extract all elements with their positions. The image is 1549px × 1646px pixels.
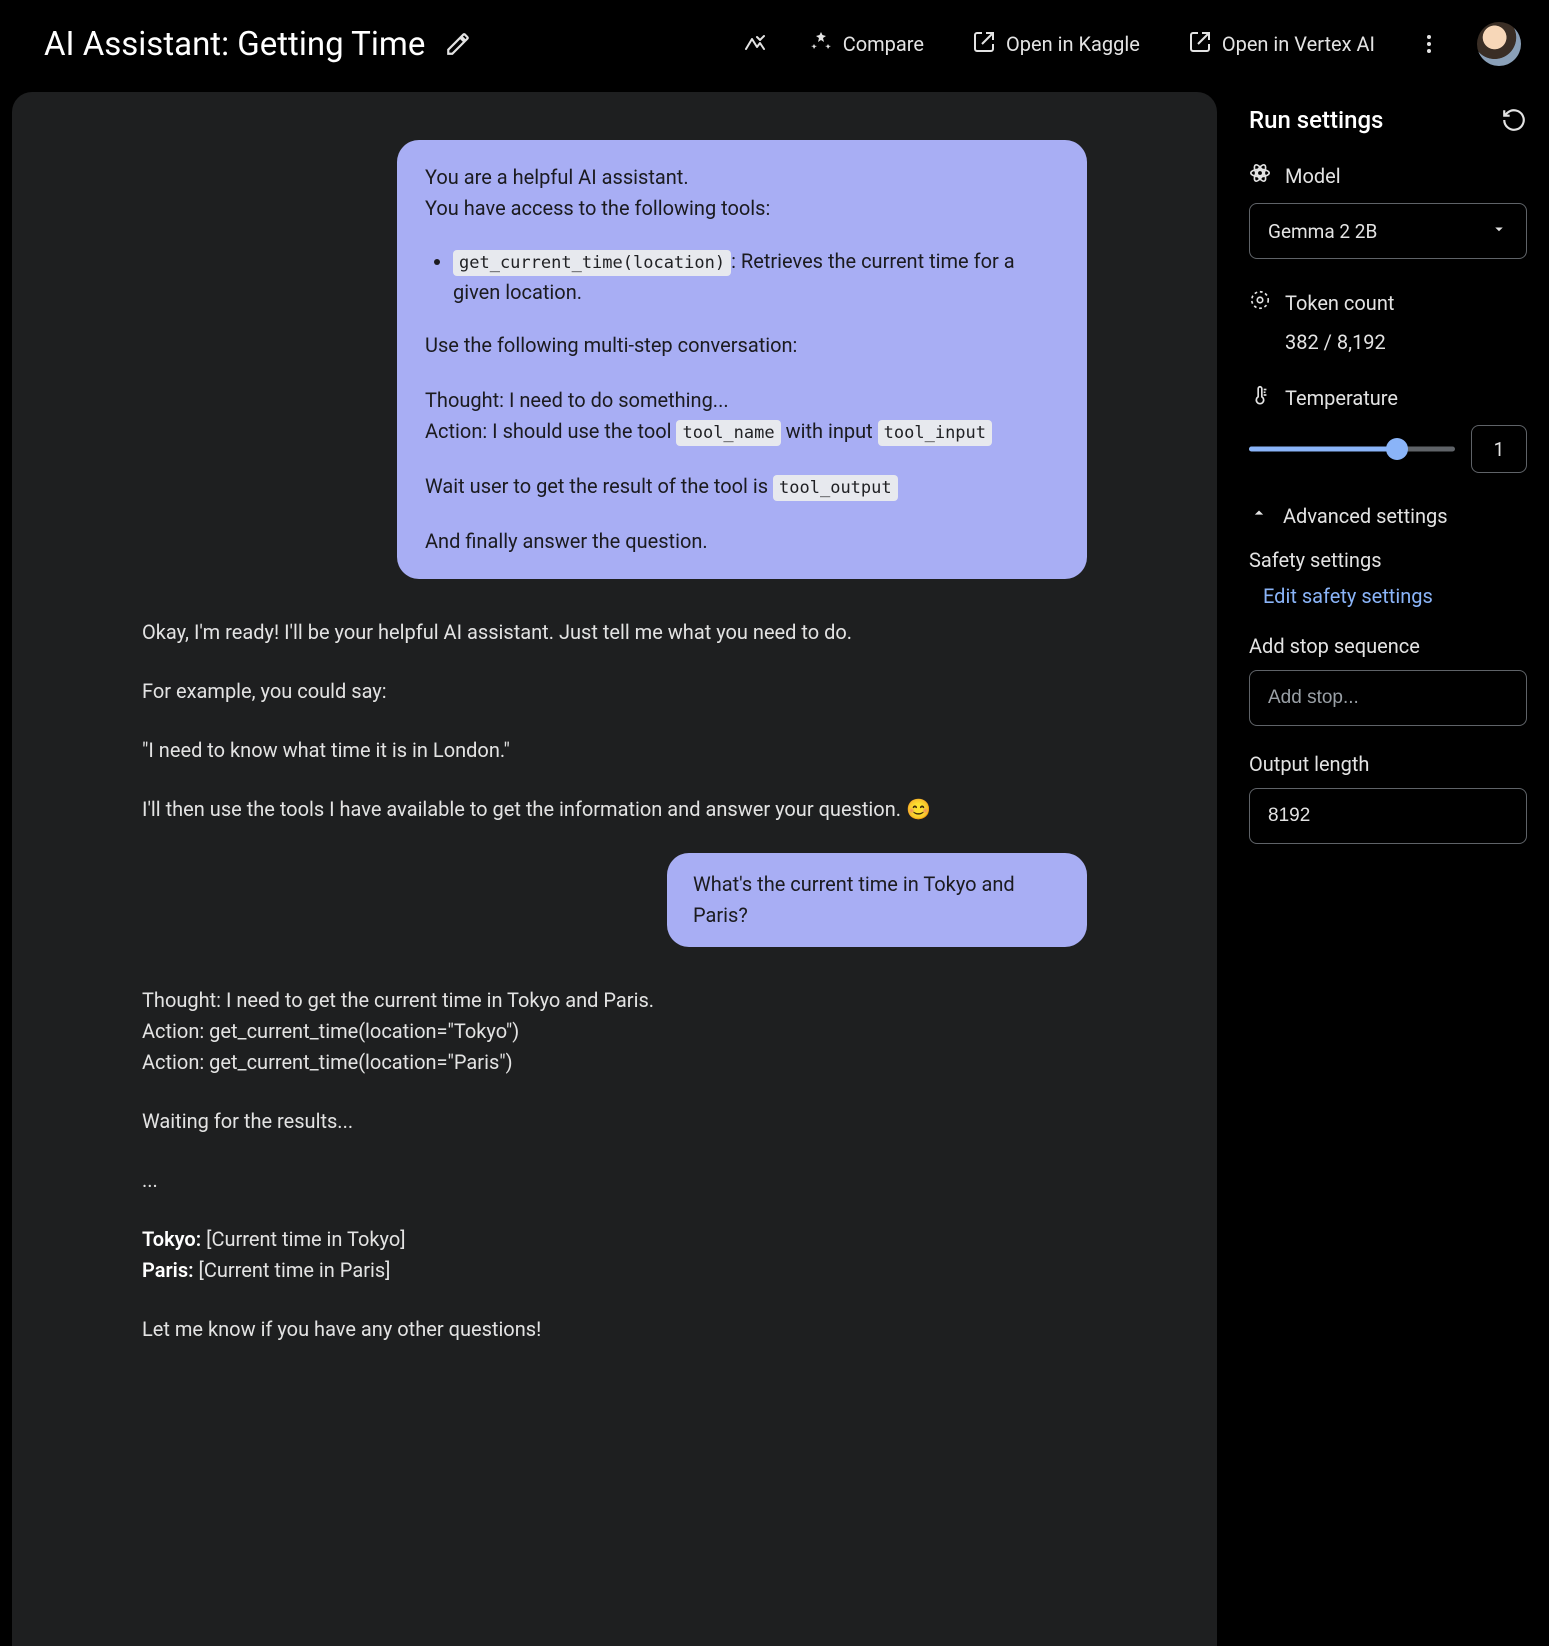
assistant-line: Waiting for the results... — [142, 1106, 1087, 1137]
more-menu-icon[interactable] — [1409, 24, 1449, 64]
tool-code: get_current_time(location) — [453, 250, 731, 276]
assistant-line: For example, you could say: — [142, 676, 1087, 707]
stop-sequence-input[interactable] — [1249, 670, 1527, 726]
model-icon — [1249, 162, 1271, 189]
output-length-section: Output length — [1249, 752, 1527, 844]
system-line: Thought: I need to do something... — [425, 385, 1059, 416]
stop-label: Add stop sequence — [1249, 634, 1527, 658]
user-message-bubble: What's the current time in Tokyo and Par… — [667, 853, 1087, 947]
assistant-line: Action: get_current_time(location="Paris… — [142, 1047, 1087, 1078]
temperature-section: Temperature 1 — [1249, 384, 1527, 473]
user-message-text: What's the current time in Tokyo and Par… — [693, 872, 1015, 927]
advanced-settings-toggle[interactable]: Advanced settings — [1249, 503, 1527, 528]
chat-panel: You are a helpful AI assistant. You have… — [12, 92, 1217, 1646]
run-settings-sidebar: Run settings Model Gemma 2 2B — [1227, 88, 1549, 1646]
assistant-line: "I need to know what time it is in Londo… — [142, 735, 1087, 766]
system-line: Action: I should use the tool tool_name … — [425, 416, 1059, 447]
open-external-icon — [972, 30, 996, 59]
thermometer-icon — [1249, 384, 1271, 411]
app-header: AI Assistant: Getting Time Compare Open … — [0, 0, 1549, 88]
avatar[interactable] — [1477, 22, 1521, 66]
open-vertex-button[interactable]: Open in Vertex AI — [1174, 20, 1389, 69]
chat-scroll[interactable]: You are a helpful AI assistant. You have… — [12, 92, 1217, 1646]
variants-icon[interactable] — [735, 24, 775, 64]
edit-safety-link[interactable]: Edit safety settings — [1263, 584, 1527, 608]
assistant-line: Tokyo: [Current time in Tokyo] — [142, 1224, 1087, 1255]
city-value: [Current time in Paris] — [194, 1258, 391, 1282]
token-value: 382 / 8,192 — [1285, 330, 1527, 354]
edit-title-icon[interactable] — [445, 31, 471, 57]
token-icon — [1249, 289, 1271, 316]
assistant-line: I'll then use the tools I have available… — [142, 794, 1087, 825]
safety-settings-section: Safety settings Edit safety settings — [1249, 548, 1527, 608]
assistant-message: Thought: I need to get the current time … — [142, 985, 1087, 1345]
model-section: Model Gemma 2 2B — [1249, 162, 1527, 259]
compare-icon — [809, 30, 833, 59]
token-label: Token count — [1285, 291, 1394, 315]
temperature-slider[interactable] — [1249, 439, 1455, 459]
chevron-down-icon — [1490, 220, 1508, 243]
open-kaggle-button[interactable]: Open in Kaggle — [958, 20, 1154, 69]
system-line: And finally answer the question. — [425, 526, 1059, 557]
output-length-label: Output length — [1249, 752, 1527, 776]
safety-label: Safety settings — [1249, 548, 1527, 572]
tool-output-code: tool_output — [773, 475, 898, 501]
city-value: [Current time in Tokyo] — [201, 1227, 405, 1251]
open-vertex-label: Open in Vertex AI — [1222, 32, 1375, 56]
assistant-line: Let me know if you have any other questi… — [142, 1314, 1087, 1345]
chevron-up-icon — [1249, 503, 1269, 528]
open-external-icon — [1188, 30, 1212, 59]
open-kaggle-label: Open in Kaggle — [1006, 32, 1140, 56]
stop-sequence-section: Add stop sequence — [1249, 634, 1527, 726]
assistant-message: Okay, I'm ready! I'll be your helpful AI… — [142, 617, 1087, 825]
output-length-input[interactable] — [1249, 788, 1527, 844]
model-select[interactable]: Gemma 2 2B — [1249, 203, 1527, 259]
sidebar-title: Run settings — [1249, 106, 1383, 134]
system-line: You have access to the following tools: — [425, 193, 1059, 224]
tool-list-item: get_current_time(location): Retrieves th… — [453, 246, 1059, 308]
page-title: AI Assistant: Getting Time — [44, 25, 425, 64]
assistant-line: Thought: I need to get the current time … — [142, 985, 1087, 1016]
reset-icon[interactable] — [1501, 107, 1527, 133]
temperature-value[interactable]: 1 — [1471, 425, 1527, 473]
city-label: Tokyo: — [142, 1227, 201, 1251]
temperature-label: Temperature — [1285, 386, 1398, 410]
assistant-line: Okay, I'm ready! I'll be your helpful AI… — [142, 617, 1087, 648]
tool-name-code: tool_name — [676, 420, 780, 446]
system-prompt-bubble: You are a helpful AI assistant. You have… — [397, 140, 1087, 579]
token-count-section: Token count 382 / 8,192 — [1249, 289, 1527, 354]
city-label: Paris: — [142, 1258, 194, 1282]
compare-button[interactable]: Compare — [795, 20, 938, 69]
advanced-label: Advanced settings — [1283, 504, 1448, 528]
tool-input-code: tool_input — [878, 420, 992, 446]
assistant-line: Paris: [Current time in Paris] — [142, 1255, 1087, 1286]
assistant-line: Action: get_current_time(location="Tokyo… — [142, 1016, 1087, 1047]
assistant-line: ... — [142, 1165, 1087, 1196]
model-label: Model — [1285, 164, 1341, 188]
system-line: You are a helpful AI assistant. — [425, 162, 1059, 193]
model-value: Gemma 2 2B — [1268, 220, 1377, 243]
system-line: Wait user to get the result of the tool … — [425, 471, 1059, 502]
system-line: Use the following multi-step conversatio… — [425, 330, 1059, 361]
compare-label: Compare — [843, 32, 924, 56]
